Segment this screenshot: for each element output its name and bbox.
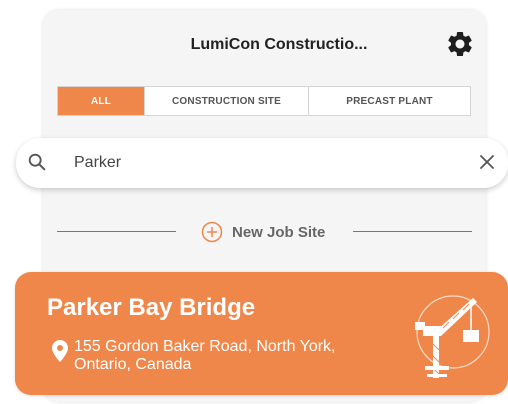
settings-button[interactable] bbox=[445, 29, 475, 59]
clear-search-button[interactable] bbox=[477, 152, 497, 172]
job-site-card[interactable]: Parker Bay Bridge 155 Gordon Baker Road,… bbox=[15, 272, 508, 395]
job-site-address: 155 Gordon Baker Road, North York, Ontar… bbox=[74, 338, 374, 374]
divider-right bbox=[353, 231, 472, 232]
crane-icon bbox=[413, 294, 491, 378]
address-line-1: 155 Gordon Baker Road, North York, bbox=[74, 338, 336, 355]
tab-all[interactable]: ALL bbox=[58, 87, 144, 115]
job-site-name: Parker Bay Bridge bbox=[47, 294, 256, 321]
page-title: LumiCon Constructio... bbox=[190, 36, 368, 53]
address-line-2: Ontario, Canada bbox=[74, 356, 192, 373]
search-input[interactable] bbox=[72, 150, 456, 176]
tab-construction-site[interactable]: CONSTRUCTION SITE bbox=[144, 87, 308, 115]
location-pin-icon bbox=[52, 340, 68, 362]
plus-circle-icon bbox=[201, 221, 223, 243]
site-type-tabs: ALL CONSTRUCTION SITE PRECAST PLANT bbox=[57, 86, 471, 116]
search-bar bbox=[16, 138, 508, 188]
tab-precast-plant[interactable]: PRECAST PLANT bbox=[308, 87, 470, 115]
search-icon bbox=[26, 151, 48, 173]
gear-icon bbox=[448, 31, 472, 56]
close-icon bbox=[480, 155, 494, 169]
app-screen: LumiCon Constructio... ALL CONSTRUCTION … bbox=[0, 0, 508, 404]
divider-left bbox=[57, 231, 176, 232]
new-job-site-button[interactable]: New Job Site bbox=[201, 220, 325, 244]
new-job-site-label: New Job Site bbox=[232, 223, 326, 241]
